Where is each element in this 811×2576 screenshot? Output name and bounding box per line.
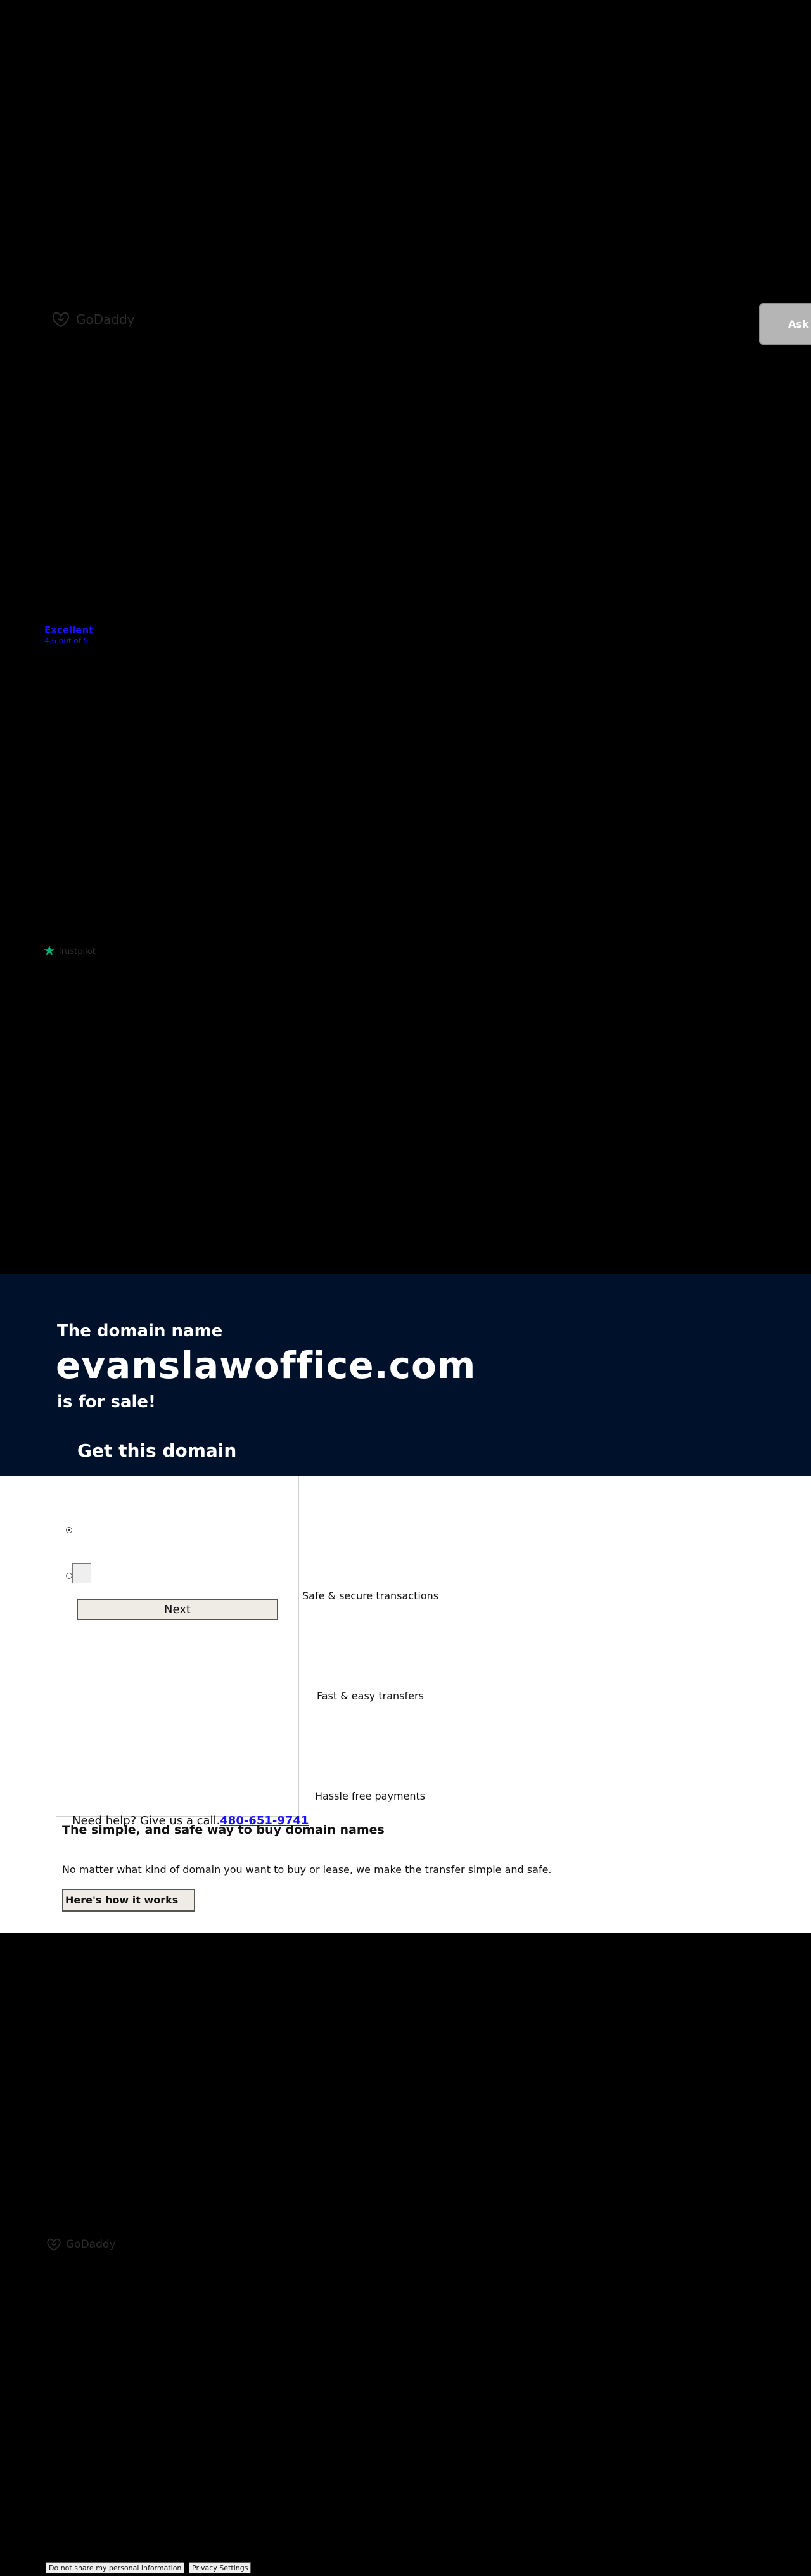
footer-godaddy-logo[interactable]: GoDaddy [46, 2236, 116, 2253]
benefit-hassle-free: Hassle free payments [315, 1790, 426, 1802]
ask-ai-button[interactable]: Ask AI [759, 303, 811, 345]
rating-score[interactable]: 4.6 out of 5 [44, 636, 88, 645]
hero-intro: The domain name [57, 1322, 223, 1341]
privacy-settings-button[interactable]: Privacy Settings [189, 2562, 252, 2573]
next-button[interactable]: Next [77, 1599, 278, 1620]
footer-logo-text: GoDaddy [66, 2238, 116, 2251]
logo-text: GoDaddy [76, 312, 135, 327]
trustpilot-text: Trustpilot [57, 946, 96, 956]
purchase-form [56, 1476, 299, 1817]
do-not-share-button[interactable]: Do not share my personal information [46, 2562, 185, 2573]
how-it-works-button[interactable]: Here's how it works [62, 1889, 195, 1912]
benefit-fast: Fast & easy transfers [317, 1690, 424, 1702]
buy-option-radio[interactable] [66, 1527, 72, 1533]
hero-for-sale: is for sale! [57, 1393, 156, 1412]
trustpilot-logo[interactable]: ★ Trustpilot [43, 944, 96, 958]
get-domain-heading: Get this domain [77, 1440, 237, 1461]
rating-label[interactable]: Excellent [44, 624, 93, 636]
hero-domain-name: evanslawoffice.com [56, 1344, 476, 1387]
simple-safe-description: No matter what kind of domain you want t… [62, 1864, 552, 1876]
simple-safe-heading: The simple, and safe way to buy domain n… [62, 1823, 385, 1837]
lease-option-radio[interactable] [66, 1573, 72, 1579]
godaddy-logo[interactable]: GoDaddy [51, 309, 135, 330]
benefit-secure: Safe & secure transactions [302, 1590, 439, 1602]
footer-godaddy-logo-icon [47, 2238, 61, 2251]
godaddy-logo-icon [52, 312, 70, 328]
trustpilot-star-icon: ★ [43, 943, 56, 959]
option-input[interactable] [72, 1563, 91, 1583]
